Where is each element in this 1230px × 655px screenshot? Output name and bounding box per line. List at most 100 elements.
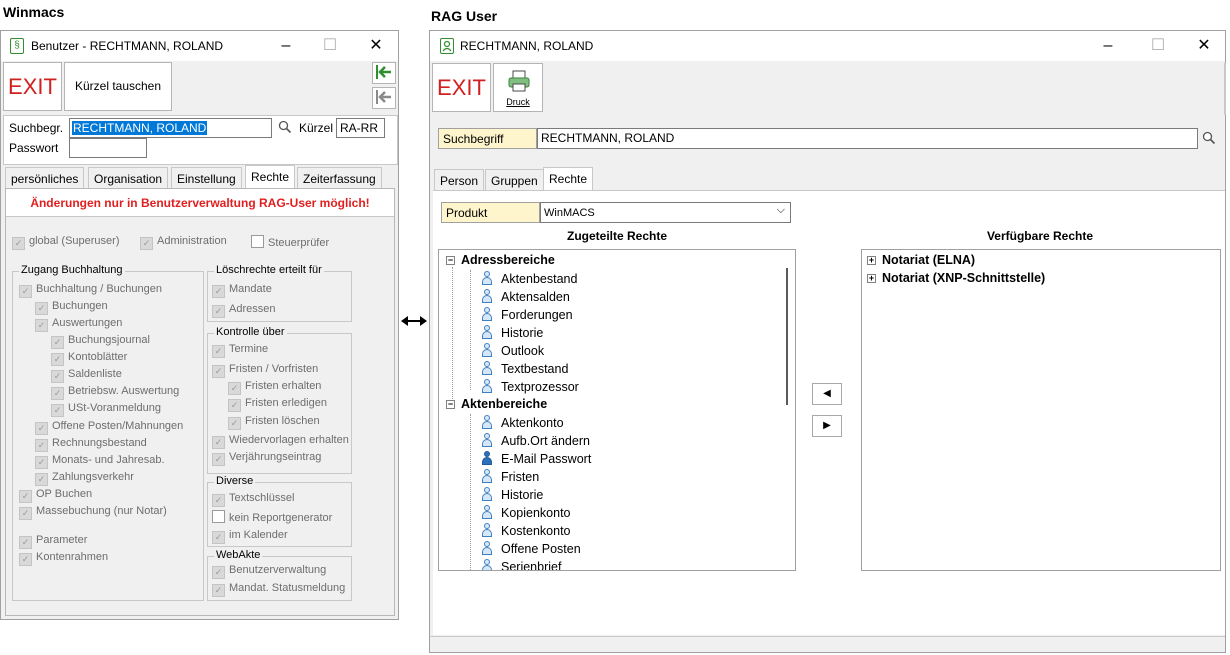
produkt-select[interactable]: WinMACS ⌵ (540, 202, 791, 223)
tab-gruppen[interactable]: Gruppen (485, 169, 544, 191)
winmacs-titlebar: § Benutzer - RECHTMANN, ROLAND – ☐ ✕ (1, 31, 398, 61)
diverse-title: Diverse (214, 475, 256, 487)
check-parameter[interactable]: ✓ Parameter (19, 534, 87, 550)
check-auswertungen[interactable]: ✓ Auswertungen (35, 317, 122, 333)
tree-item[interactable]: Textbestand (479, 361, 568, 376)
check-steuerpruefer[interactable]: Steuerprüfer (251, 235, 329, 251)
kuerzel-input[interactable]: RA-RR (336, 118, 385, 138)
tree-item[interactable]: Aktensalden (479, 289, 570, 304)
tree-item[interactable]: Historie (479, 325, 543, 340)
user-group-icon (479, 307, 495, 322)
check-fristen-erledigen[interactable]: ✓ Fristen erledigen (228, 397, 327, 413)
check-kontenrahmen[interactable]: ✓ Kontenrahmen (19, 551, 108, 567)
check-statusmeldung[interactable]: ✓ Mandat. Statusmeldung (212, 582, 345, 598)
tree-item[interactable]: Textprozessor (479, 379, 579, 394)
tree-item[interactable]: Serienbrief (479, 559, 561, 570)
exit-button[interactable]: EXIT (3, 62, 62, 111)
user-group-icon (479, 433, 495, 448)
user-group-icon (479, 415, 495, 430)
print-button[interactable]: Druck (493, 63, 543, 112)
rechte-panel: Änderungen nur in Benutzerverwaltung RAG… (5, 188, 395, 616)
tab-organisation[interactable]: Organisation (88, 167, 169, 189)
check-buchungen[interactable]: ✓ Buchungen (35, 300, 108, 316)
user-group-icon (479, 559, 495, 570)
move-left-button[interactable]: ◀ (812, 383, 842, 405)
check-termine[interactable]: ✓ Termine (212, 343, 268, 359)
tree-item[interactable]: E-Mail Passwort (479, 451, 591, 466)
tab-zeiterfassung[interactable]: Zeiterfassung (297, 167, 382, 189)
tree-item[interactable]: Fristen (479, 469, 539, 484)
check-buchungsjournal[interactable]: ✓ Buchungsjournal (51, 334, 150, 350)
check-buchhaltung[interactable]: ✓ Buchhaltung / Buchungen (19, 283, 162, 299)
check-loesch-mandate[interactable]: ✓ Mandate (212, 283, 272, 299)
rag-maximize-icon[interactable]: ☐ (1143, 35, 1173, 57)
password-input[interactable] (69, 138, 147, 158)
tab-person[interactable]: Person (434, 169, 485, 191)
status-bar (430, 636, 1225, 652)
next-icon[interactable] (372, 62, 396, 84)
check-verjaehrung[interactable]: ✓ Verjährungseintrag (212, 451, 321, 467)
rag-titlebar: RECHTMANN, ROLAND – ☐ ✕ (430, 31, 1225, 61)
check-wiedervorlagen[interactable]: ✓ Wiedervorlagen erhalten (212, 434, 349, 450)
tree-item[interactable]: Kostenkonto (479, 523, 571, 538)
tree-group-adressbereiche[interactable]: − Adressbereiche (446, 253, 555, 267)
check-fristen-erhalten[interactable]: ✓ Fristen erhalten (228, 380, 321, 396)
tree-item[interactable]: Aktenbestand (479, 271, 577, 286)
check-rechnungsbestand[interactable]: ✓ Rechnungsbestand (35, 437, 147, 453)
check-kein-reportgenerator[interactable]: kein Reportgenerator (212, 510, 332, 526)
check-saldenliste[interactable]: ✓ Saldenliste (51, 368, 122, 384)
tab-rechte[interactable]: Rechte (245, 165, 296, 189)
check-im-kalender[interactable]: ✓ im Kalender (212, 529, 288, 545)
check-loesch-adressen[interactable]: ✓ Adressen (212, 303, 275, 319)
check-ust-voranmeldung[interactable]: ✓ USt-Voranmeldung (51, 402, 161, 418)
tree-group-notariat-xnp[interactable]: + Notariat (XNP-Schnittstelle) (867, 271, 1045, 285)
search-input[interactable]: RECHTMANN, ROLAND (69, 118, 272, 138)
check-benutzerverwaltung[interactable]: ✓ Benutzerverwaltung (212, 564, 326, 580)
kontrolle-title: Kontrolle über (214, 326, 287, 338)
check-administration[interactable]: ✓ Administration (140, 235, 227, 251)
tab-rag-rechte[interactable]: Rechte (543, 167, 594, 191)
tree-item[interactable]: Offene Posten (479, 541, 581, 556)
tree-item[interactable]: Outlook (479, 343, 544, 358)
check-textschluessel[interactable]: ✓ Textschlüssel (212, 492, 294, 508)
rag-search-input[interactable]: RECHTMANN, ROLAND (537, 128, 1198, 149)
check-kontoblaetter[interactable]: ✓ Kontoblätter (51, 351, 127, 367)
tree-item[interactable]: Kopienkonto (479, 505, 571, 520)
rag-rechte-panel: Produkt WinMACS ⌵ Zugeteilte Rechte Verf… (433, 190, 1225, 635)
rag-close-icon[interactable]: ✕ (1189, 35, 1219, 57)
rag-exit-button[interactable]: EXIT (432, 63, 491, 112)
group-zugang-buchhaltung: Zugang Buchhaltung ✓ Buchhaltung / Buchun… (12, 264, 204, 601)
search-icon[interactable] (278, 120, 292, 137)
check-zahlungsverkehr[interactable]: ✓ Zahlungsverkehr (35, 471, 134, 487)
check-massebuchung[interactable]: ✓ Massebuchung (nur Notar) (19, 505, 167, 521)
prev-icon[interactable] (372, 87, 396, 109)
swap-kuerzel-button[interactable]: Kürzel tauschen (64, 62, 172, 111)
maximize-icon[interactable]: ☐ (315, 35, 345, 57)
available-tree[interactable]: + Notariat (ELNA) + Notariat (XNP-Schnitts… (861, 249, 1221, 571)
move-right-button[interactable]: ▶ (812, 415, 842, 437)
check-op-buchen[interactable]: ✓ OP Buchen (19, 488, 92, 504)
check-offene-posten[interactable]: ✓ Offene Posten/Mahnungen (35, 420, 183, 436)
check-monats-jahresab[interactable]: ✓ Monats- und Jahresab. (35, 454, 165, 470)
search-value: RECHTMANN, ROLAND (72, 121, 208, 135)
check-bwa[interactable]: ✓ Betriebsw. Auswertung (51, 385, 179, 401)
rag-minimize-icon[interactable]: – (1093, 35, 1123, 57)
check-fristen-vorfristen[interactable]: ✓ Fristen / Vorfristen (212, 363, 318, 379)
tree-item[interactable]: Aktenkonto (479, 415, 564, 430)
minimize-icon[interactable]: – (271, 35, 301, 57)
check-superuser[interactable]: ✓ global (Superuser) (12, 235, 120, 251)
tree-item[interactable]: Forderungen (479, 307, 573, 322)
assigned-tree[interactable]: − Adressbereiche Aktenbestand Aktensalden… (438, 249, 796, 571)
check-fristen-loeschen[interactable]: ✓ Fristen löschen (228, 415, 320, 431)
tree-item[interactable]: Aufb.Ort ändern (479, 433, 590, 448)
tree-group-aktenbereiche[interactable]: − Aktenbereiche (446, 397, 547, 411)
zugang-title: Zugang Buchhaltung (19, 264, 125, 276)
tab-einstellung[interactable]: Einstellung (171, 167, 242, 189)
tree-scrollbar[interactable] (786, 268, 788, 405)
tree-group-notariat-elna[interactable]: + Notariat (ELNA) (867, 253, 975, 267)
rag-search-icon[interactable] (1202, 131, 1216, 148)
close-icon[interactable]: ✕ (361, 35, 391, 57)
rag-user-window: RECHTMANN, ROLAND – ☐ ✕ EXIT Druck Suchb… (429, 30, 1226, 653)
tree-item[interactable]: Historie (479, 487, 543, 502)
tab-persoenliches[interactable]: persönliches (5, 167, 85, 189)
